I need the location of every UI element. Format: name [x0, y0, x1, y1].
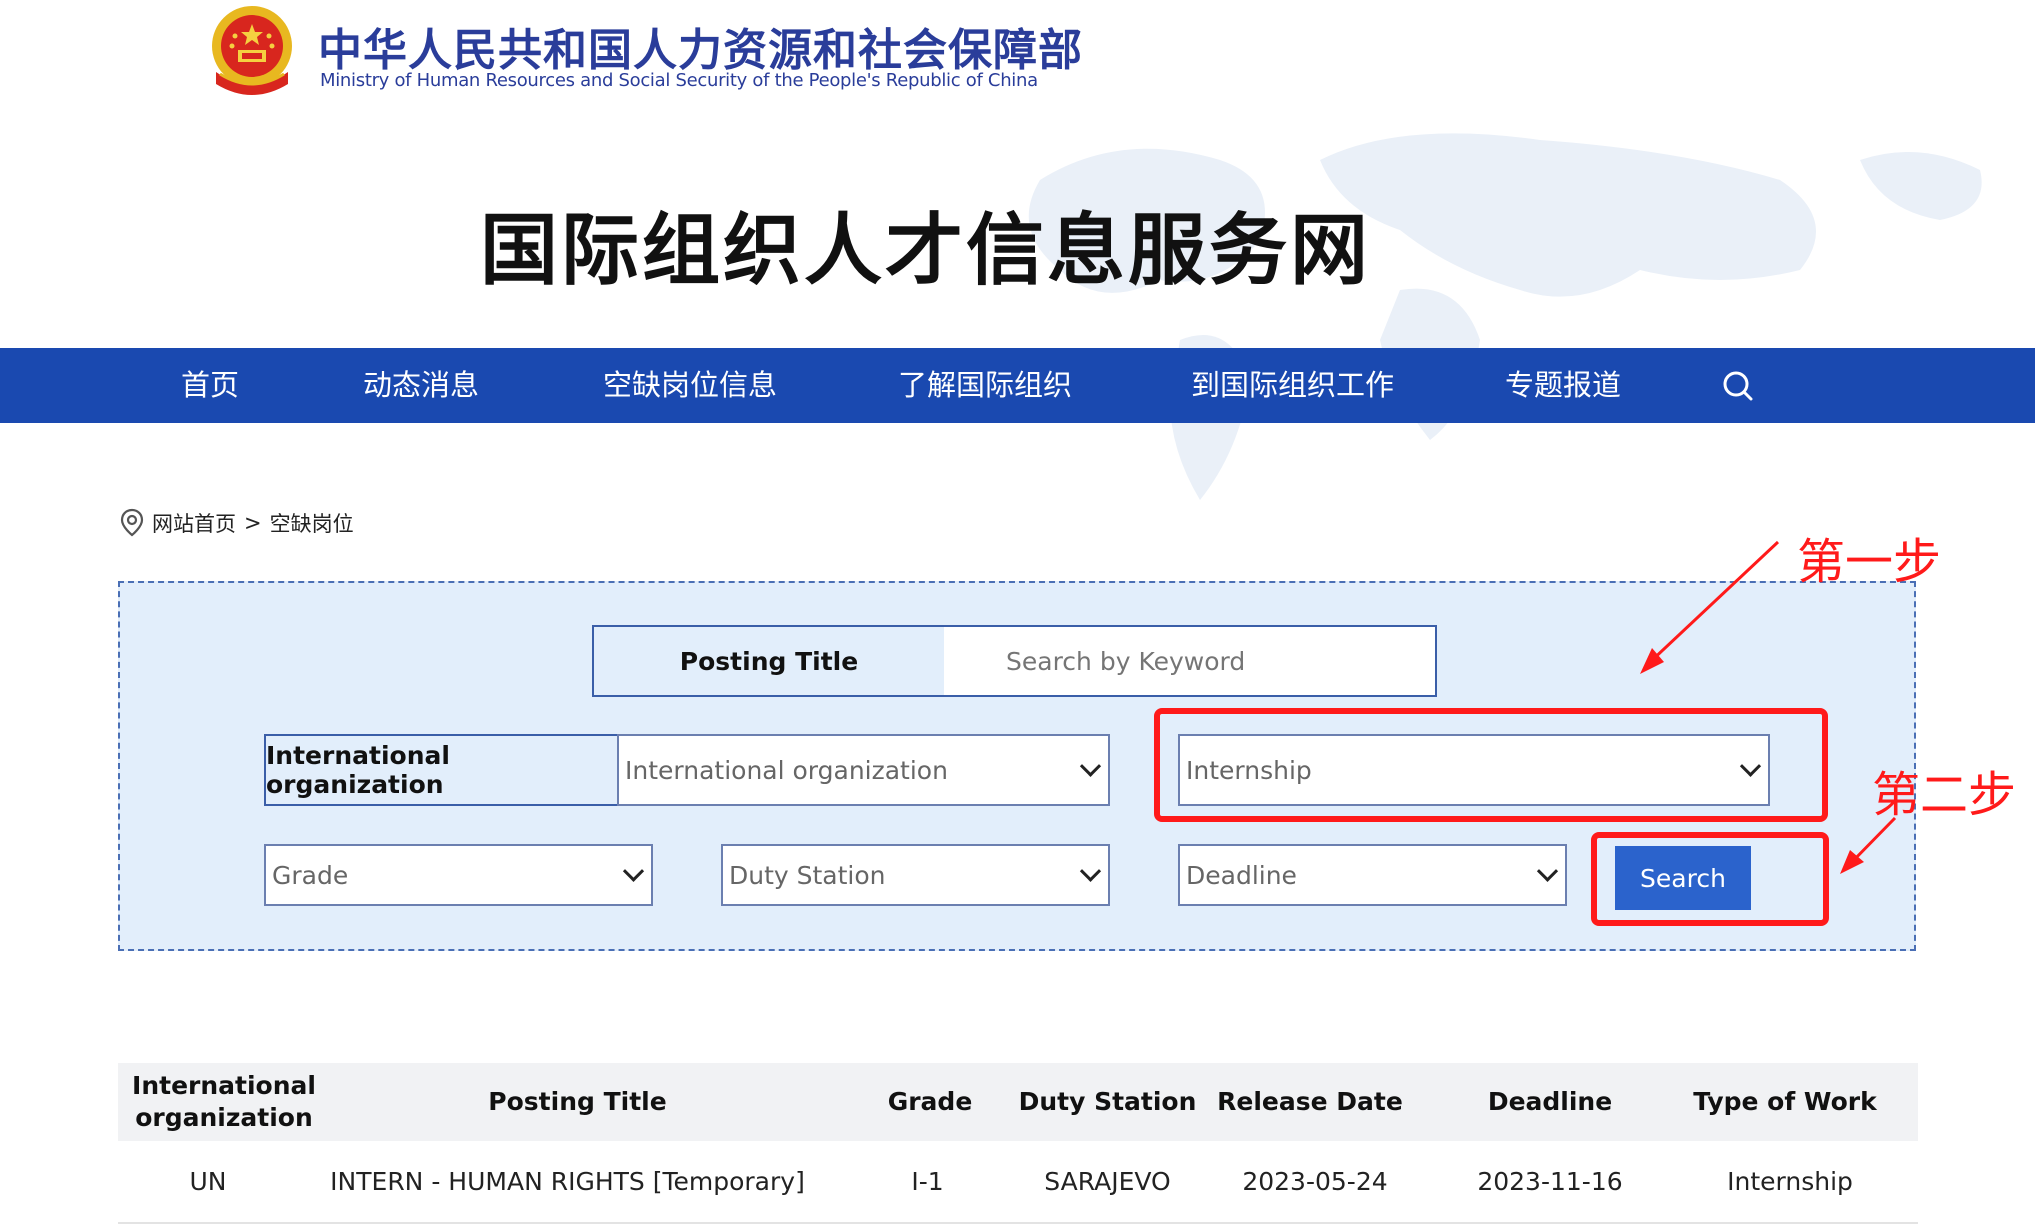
cell-release-date: 2023-05-24 [1242, 1166, 1388, 1196]
cell-deadline: 2023-11-16 [1477, 1166, 1623, 1196]
nav-item-home[interactable]: 首页 [181, 348, 239, 423]
col-header-type: Type of Work [1693, 1087, 1877, 1116]
nav-item-work-at-orgs[interactable]: 到国际组织工作 [1191, 348, 1394, 423]
chevron-down-icon [622, 860, 645, 882]
breadcrumb-current: 空缺岗位 [269, 512, 354, 536]
ministry-name-en: Ministry of Human Resources and Social S… [320, 70, 1038, 91]
cell-org: UN [189, 1166, 227, 1196]
org-select-value: International organization [625, 755, 948, 785]
keyword-search-group: Posting Title [592, 625, 1437, 697]
cell-duty-station: SARAJEVO [1044, 1166, 1171, 1196]
search-icon[interactable] [1722, 370, 1754, 402]
step1-highlight-box [1154, 708, 1828, 822]
nav-item-about-orgs[interactable]: 了解国际组织 [898, 348, 1072, 423]
org-select[interactable]: International organization [617, 734, 1110, 806]
location-pin-icon [120, 508, 144, 537]
grade-select[interactable]: Grade [264, 844, 653, 906]
breadcrumb-home-link[interactable]: 网站首页 [152, 508, 236, 538]
national-emblem-icon [212, 6, 292, 95]
ministry-name-cn: 中华人民共和国人力资源和社会保障部 [318, 25, 1083, 76]
col-header-org: International organization [132, 1071, 316, 1132]
cell-title-link[interactable]: INTERN - HUMAN RIGHTS [Temporary] [320, 1141, 815, 1221]
col-header-duty-station: Duty Station [1018, 1087, 1197, 1116]
cell-type: Internship [1727, 1166, 1853, 1196]
step2-annotation: 第二步 [1872, 767, 2017, 823]
col-header-deadline: Deadline [1487, 1087, 1613, 1116]
deadline-select-value: Deadline [1186, 860, 1297, 890]
breadcrumb-separator: > [244, 511, 262, 535]
cell-grade: I-1 [911, 1166, 944, 1196]
deadline-select[interactable]: Deadline [1178, 844, 1567, 906]
chevron-down-icon [1079, 860, 1102, 882]
posting-title-label: Posting Title [594, 627, 944, 695]
chevron-down-icon [1079, 755, 1102, 777]
step2-highlight-box [1591, 832, 1829, 926]
nav-item-news[interactable]: 动态消息 [363, 348, 479, 423]
breadcrumb: 网站首页 > 空缺岗位 [120, 508, 354, 538]
duty-station-select-value: Duty Station [729, 860, 886, 890]
step1-annotation: 第一步 [1797, 534, 1942, 590]
org-filter-label: International organization [264, 734, 618, 806]
nav-item-special-reports[interactable]: 专题报道 [1505, 348, 1621, 423]
duty-station-select[interactable]: Duty Station [721, 844, 1110, 906]
nav-item-vacancies[interactable]: 空缺岗位信息 [603, 348, 777, 423]
grade-select-value: Grade [272, 860, 349, 890]
site-title: 国际组织人才信息服务网 [480, 206, 1372, 296]
main-nav: 首页 动态消息 空缺岗位信息 了解国际组织 到国际组织工作 专题报道 [0, 348, 2035, 423]
col-header-grade: Grade [887, 1087, 973, 1116]
keyword-search-input[interactable] [944, 627, 1435, 695]
chevron-down-icon [1536, 860, 1559, 882]
col-header-release-date: Release Date [1217, 1087, 1403, 1116]
row-divider [118, 1222, 1918, 1224]
world-map-background [1028, 133, 1982, 500]
col-header-title: Posting Title [488, 1087, 667, 1116]
